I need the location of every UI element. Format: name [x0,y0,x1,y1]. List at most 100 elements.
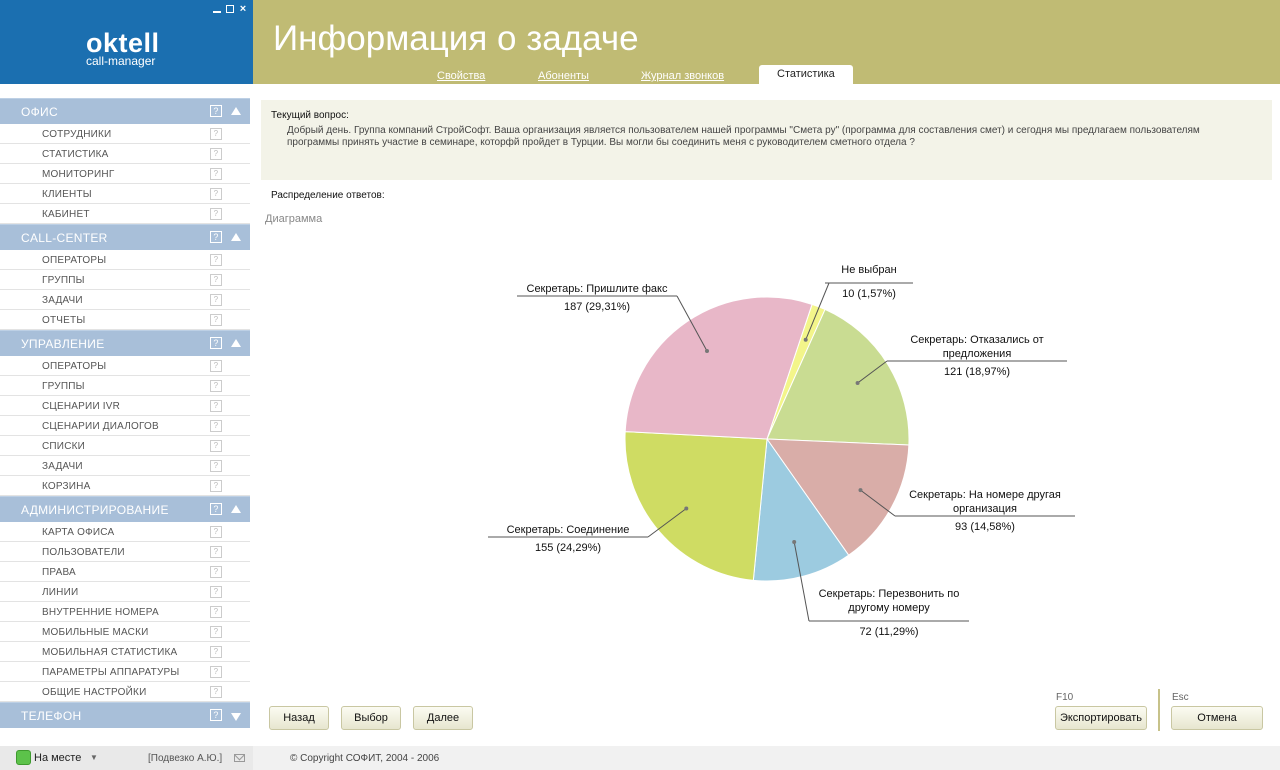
sidebar-item[interactable]: КАБИНЕТ? [0,204,250,224]
sidebar-item[interactable]: ГРУППЫ? [0,270,250,290]
pie-leader-line-3 [793,541,810,622]
sidebar-item[interactable]: СЦЕНАРИИ IVR? [0,396,250,416]
collapse-arrow-icon[interactable] [231,233,241,241]
sidebar-item[interactable]: ЗАДАЧИ? [0,456,250,476]
logo-panel: oktell call-manager × [0,0,253,84]
status-text[interactable]: На месте [34,752,81,764]
sidebar-item-label: ЗАДАЧИ [42,295,83,306]
sidebar-section-3[interactable]: АДМИНИСТРИРОВАНИЕ? [0,496,250,522]
help-icon[interactable]: ? [210,231,222,243]
sidebar-item[interactable]: СЦЕНАРИИ ДИАЛОГОВ? [0,416,250,436]
next-button[interactable]: Далее [413,706,473,730]
sidebar-item[interactable]: ЗАДАЧИ? [0,290,250,310]
sidebar-item[interactable]: МОБИЛЬНЫЕ МАСКИ? [0,622,250,642]
help-icon[interactable]: ? [210,646,222,658]
help-icon[interactable]: ? [210,128,222,140]
pie-slice-1 [766,308,910,446]
sidebar-item[interactable]: ЛИНИИ? [0,582,250,602]
pie-slice-3 [752,437,850,582]
help-icon[interactable]: ? [210,337,222,349]
help-icon[interactable]: ? [210,566,222,578]
pie-leader-line-2 [860,489,896,517]
sidebar-item[interactable]: КАРТА ОФИСА? [0,522,250,542]
help-icon[interactable]: ? [210,294,222,306]
help-icon[interactable]: ? [210,314,222,326]
help-icon[interactable]: ? [210,188,222,200]
sidebar-item[interactable]: ОТЧЕТЫ? [0,310,250,330]
help-icon[interactable]: ? [210,400,222,412]
help-icon[interactable]: ? [210,440,222,452]
help-icon[interactable]: ? [210,503,222,515]
sidebar-section-1[interactable]: CALL-CENTER? [0,224,250,250]
mail-icon[interactable] [234,754,245,762]
help-icon[interactable]: ? [210,254,222,266]
select-button[interactable]: Выбор [341,706,401,730]
sidebar-item[interactable]: ПРАВА? [0,562,250,582]
help-icon[interactable]: ? [210,546,222,558]
help-icon[interactable]: ? [210,480,222,492]
sidebar-item[interactable]: СПИСКИ? [0,436,250,456]
close-icon[interactable]: × [239,4,247,15]
expand-arrow-icon[interactable] [231,713,241,721]
diagram-label: Диаграмма [265,213,323,225]
sidebar-item-label: КАБИНЕТ [42,209,90,220]
sidebar-item[interactable]: ОПЕРАТОРЫ? [0,250,250,270]
sidebar-item[interactable]: ОПЕРАТОРЫ? [0,356,250,376]
tab-subscribers[interactable]: Абоненты [538,70,589,82]
help-icon[interactable]: ? [210,105,222,117]
sidebar-item[interactable]: ВНУТРЕННИЕ НОМЕРА? [0,602,250,622]
sidebar-item[interactable]: ПАРАМЕТРЫ АППАРАТУРЫ? [0,662,250,682]
sidebar-item[interactable]: МОБИЛЬНАЯ СТАТИСТИКА? [0,642,250,662]
help-icon[interactable]: ? [210,208,222,220]
help-icon[interactable]: ? [210,168,222,180]
status-indicator-icon[interactable] [16,750,31,765]
help-icon[interactable]: ? [210,709,222,721]
cancel-button[interactable]: Отмена [1171,706,1263,730]
help-icon[interactable]: ? [210,274,222,286]
pie-label-dot-1 [855,381,860,385]
sidebar-section-title: CALL-CENTER [21,231,108,245]
chevron-down-icon[interactable]: ▼ [90,753,98,762]
window-controls: × [213,4,247,15]
tab-statistics[interactable]: Статистика [759,65,853,84]
tab-properties[interactable]: Свойства [437,70,485,82]
tab-call-log[interactable]: Журнал звонков [641,70,724,82]
help-icon[interactable]: ? [210,360,222,372]
sidebar-section-0[interactable]: ОФИС? [0,98,250,124]
pie-value-label: 121 (18,97%) [944,366,1010,378]
pie-category-label: Секретарь: Пришлите факс [527,283,668,295]
pie-leader-line-5 [676,295,708,352]
sidebar-item[interactable]: КОРЗИНА? [0,476,250,496]
collapse-arrow-icon[interactable] [231,505,241,513]
maximize-icon[interactable] [226,5,234,13]
help-icon[interactable]: ? [210,686,222,698]
sidebar-item[interactable]: СТАТИСТИКА? [0,144,250,164]
back-button[interactable]: Назад [269,706,329,730]
sidebar-item[interactable]: КЛИЕНТЫ? [0,184,250,204]
sidebar-item-label: ОПЕРАТОРЫ [42,255,107,266]
help-icon[interactable]: ? [210,460,222,472]
sidebar-item[interactable]: ГРУППЫ? [0,376,250,396]
sidebar-item-label: МОНИТОРИНГ [42,169,115,180]
sidebar-item[interactable]: МОНИТОРИНГ? [0,164,250,184]
sidebar-item[interactable]: ПОЛЬЗОВАТЕЛИ? [0,542,250,562]
help-icon[interactable]: ? [210,626,222,638]
sidebar-item-label: МОБИЛЬНАЯ СТАТИСТИКА [42,647,178,658]
export-button[interactable]: Экспортировать [1055,706,1147,730]
cancel-shortcut-hint: Esc [1172,692,1189,703]
help-icon[interactable]: ? [210,420,222,432]
help-icon[interactable]: ? [210,526,222,538]
help-icon[interactable]: ? [210,586,222,598]
help-icon[interactable]: ? [210,380,222,392]
sidebar-item[interactable]: СОТРУДНИКИ? [0,124,250,144]
sidebar-section-4[interactable]: ТЕЛЕФОН? [0,702,250,728]
help-icon[interactable]: ? [210,148,222,160]
sidebar-item[interactable]: ОБЩИЕ НАСТРОЙКИ? [0,682,250,702]
help-icon[interactable]: ? [210,666,222,678]
sidebar-item-label: МОБИЛЬНЫЕ МАСКИ [42,627,149,638]
collapse-arrow-icon[interactable] [231,339,241,347]
sidebar-section-2[interactable]: УПРАВЛЕНИЕ? [0,330,250,356]
collapse-arrow-icon[interactable] [231,107,241,115]
help-icon[interactable]: ? [210,606,222,618]
minimize-icon[interactable] [213,7,221,13]
